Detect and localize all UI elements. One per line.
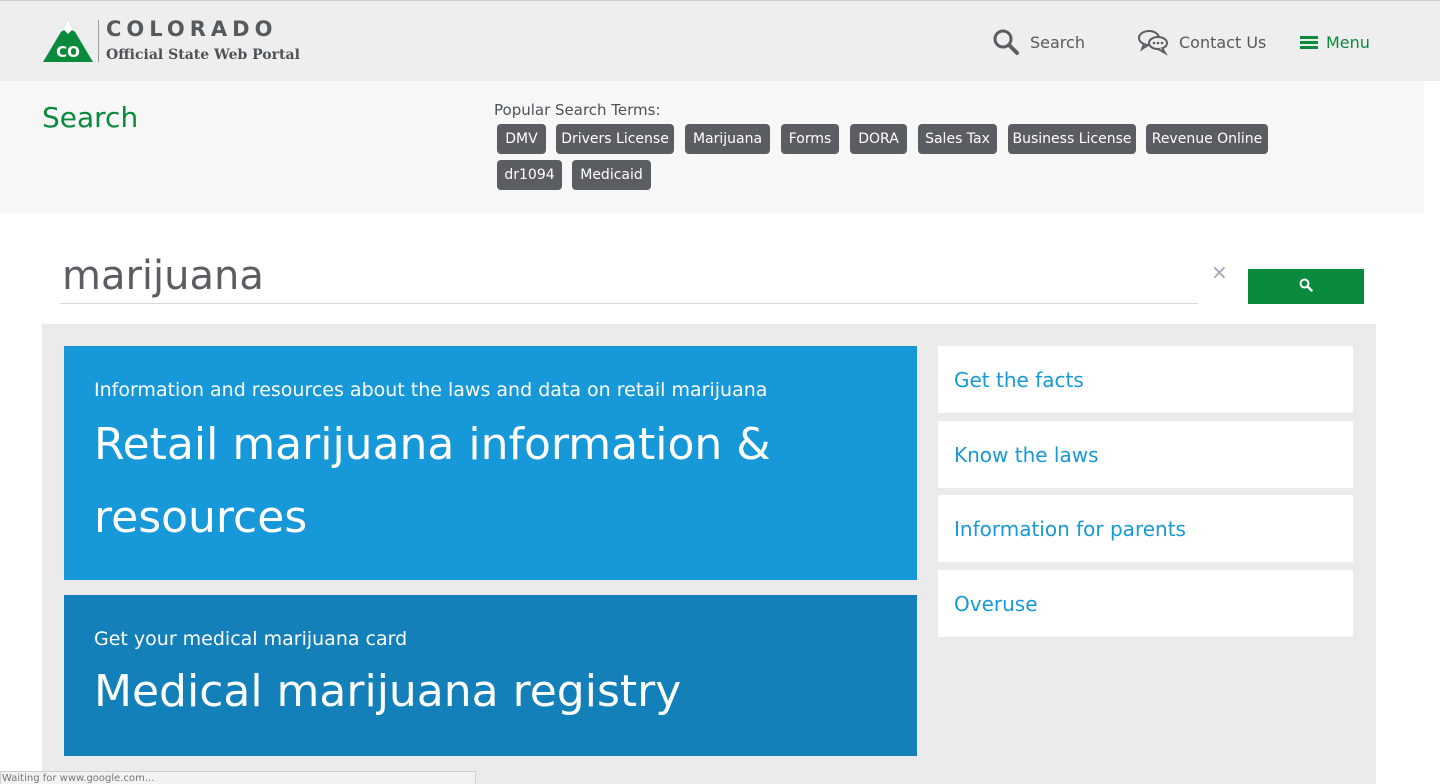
result-card-retail[interactable]: Information and resources about the laws… bbox=[64, 346, 917, 580]
nav-contact-label: Contact Us bbox=[1179, 32, 1267, 52]
page-title: Search bbox=[42, 101, 139, 134]
card-subtitle: Information and resources about the laws… bbox=[94, 379, 768, 401]
nav-search-label: Search bbox=[1030, 32, 1085, 52]
clear-search-icon[interactable]: × bbox=[1211, 260, 1228, 284]
brand-name[interactable]: COLORADO bbox=[106, 17, 277, 41]
search-input[interactable] bbox=[60, 248, 1198, 304]
popular-tag[interactable]: Medicaid bbox=[572, 160, 651, 190]
result-card-medical[interactable]: Get your medical marijuana card Medical … bbox=[64, 595, 917, 756]
result-link-overuse[interactable]: Overuse bbox=[938, 570, 1353, 637]
popular-tag[interactable]: Marijuana bbox=[685, 124, 770, 154]
popular-tag[interactable]: Business License bbox=[1008, 124, 1136, 154]
brand-subtitle: Official State Web Portal bbox=[106, 47, 300, 63]
card-title: Retail marijuana information & resources bbox=[94, 419, 771, 543]
site-header: CO COLORADO Official State Web Portal Se… bbox=[0, 0, 1440, 81]
popular-tag[interactable]: Drivers License bbox=[556, 124, 674, 154]
search-submit-button[interactable] bbox=[1248, 269, 1364, 304]
search-icon bbox=[1299, 278, 1313, 295]
result-link-facts[interactable]: Get the facts bbox=[938, 346, 1353, 413]
nav-search-link[interactable]: Search bbox=[992, 27, 1085, 57]
logo-text: CO bbox=[56, 43, 80, 61]
popular-tag[interactable]: Revenue Online bbox=[1146, 124, 1268, 154]
popular-tag[interactable]: DORA bbox=[850, 124, 907, 154]
popular-tag[interactable]: Forms bbox=[781, 124, 839, 154]
colorado-logo[interactable]: CO bbox=[42, 19, 94, 63]
logo-divider bbox=[98, 20, 99, 62]
result-link-laws[interactable]: Know the laws bbox=[938, 421, 1353, 488]
popular-terms-label: Popular Search Terms: bbox=[494, 101, 661, 119]
nav-menu-button[interactable]: Menu bbox=[1300, 27, 1370, 57]
nav-contact-link[interactable]: Contact Us bbox=[1137, 27, 1266, 57]
chat-bubbles-icon bbox=[1137, 28, 1169, 56]
result-link-parents[interactable]: Information for parents bbox=[938, 495, 1353, 562]
hamburger-icon bbox=[1300, 34, 1318, 50]
search-icon bbox=[992, 28, 1020, 56]
card-title: Medical marijuana registry bbox=[94, 666, 682, 717]
card-subtitle: Get your medical marijuana card bbox=[94, 628, 408, 650]
popular-tag[interactable]: dr1094 bbox=[497, 160, 562, 190]
popular-tag[interactable]: DMV bbox=[497, 124, 546, 154]
browser-status-bar: Waiting for www.google.com... bbox=[0, 771, 476, 784]
scrollbar-gutter bbox=[1424, 81, 1440, 784]
popular-tag[interactable]: Sales Tax bbox=[918, 124, 997, 154]
nav-menu-label: Menu bbox=[1326, 32, 1370, 52]
